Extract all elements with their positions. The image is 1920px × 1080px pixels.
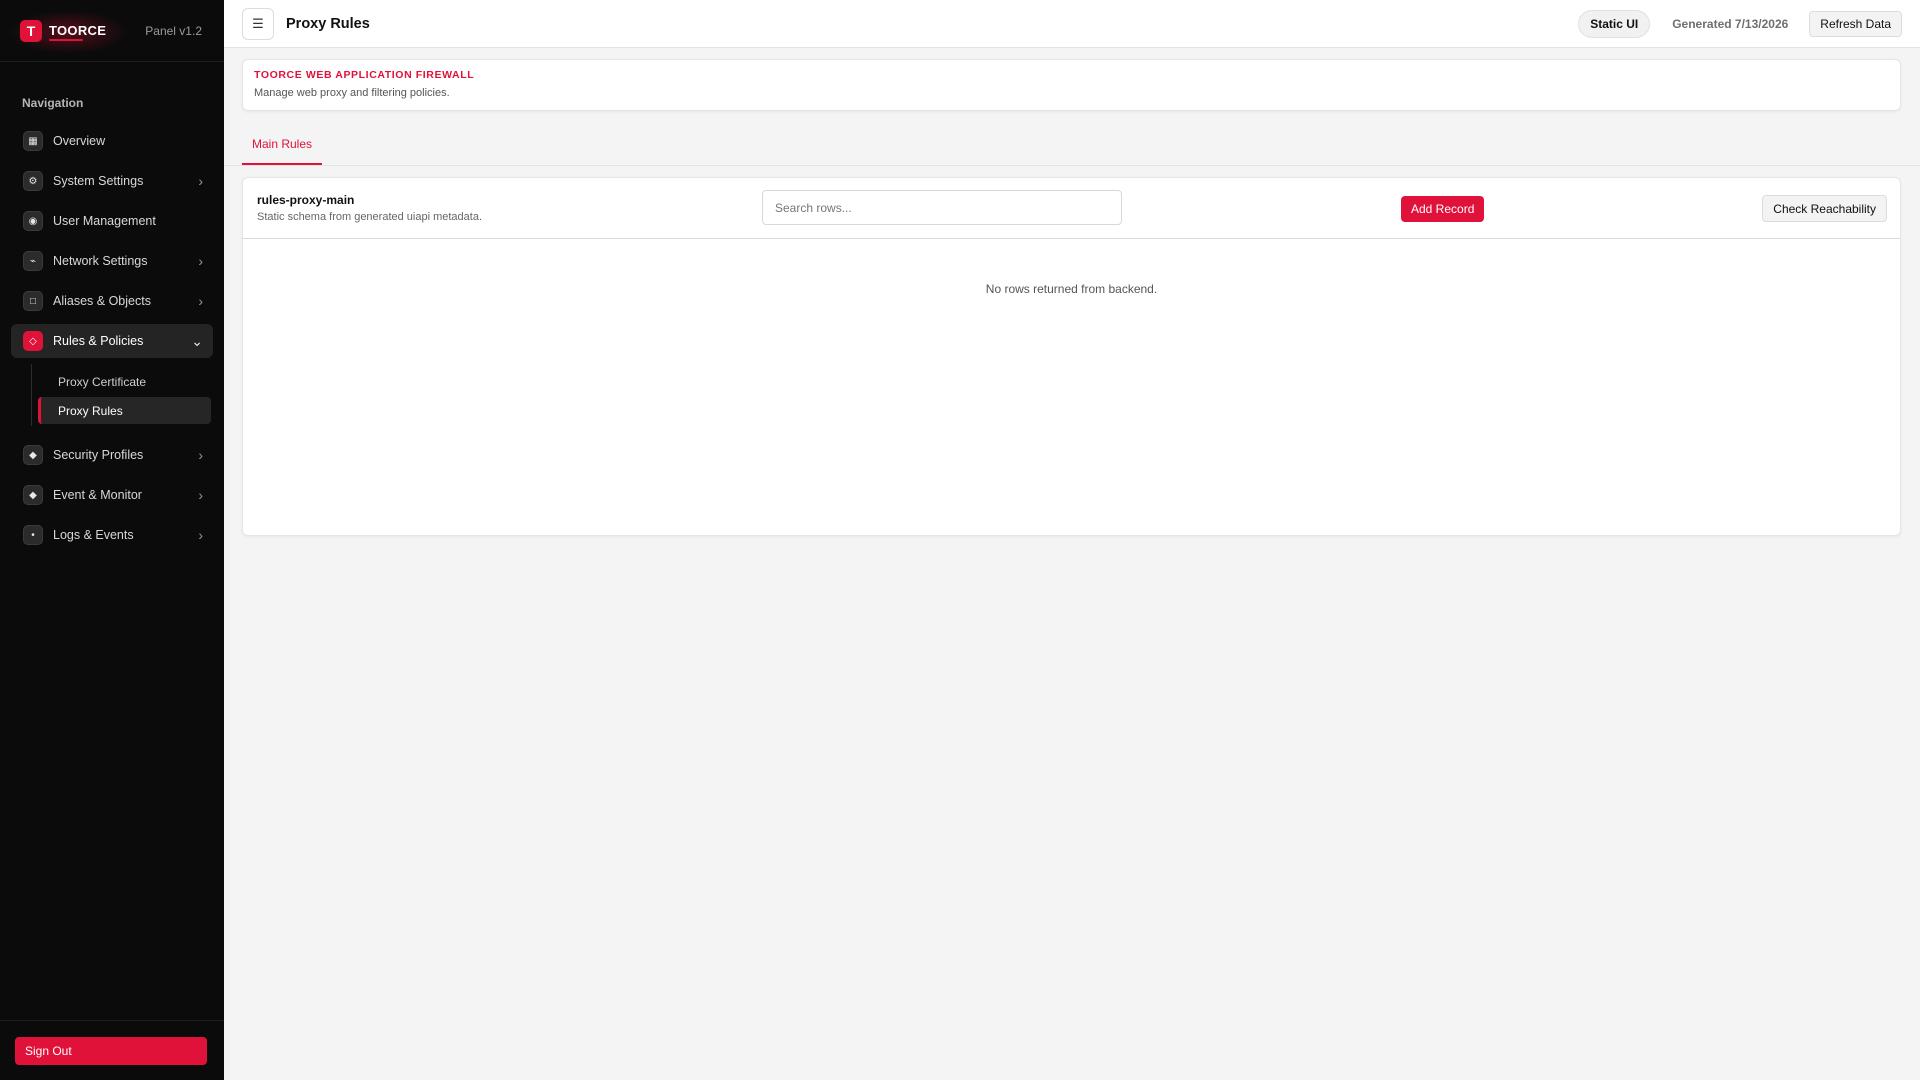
nav-heading: Navigation — [22, 96, 84, 110]
topbar: ☰ Proxy Rules Static UI Generated 7/13/2… — [224, 0, 1920, 48]
sidebar-item-label: Overview — [53, 134, 106, 148]
sidebar-item-system-settings[interactable]: ⚙ System Settings › — [11, 164, 213, 198]
rules-icon: ◇ — [23, 331, 43, 351]
sidebar-item-label: System Settings — [53, 174, 144, 188]
check-reachability-button[interactable]: Check Reachability — [1762, 195, 1887, 222]
page-title: Proxy Rules — [286, 15, 370, 32]
banner-subtitle: Manage web proxy and filtering policies. — [254, 87, 450, 99]
sidebar-item-security-profiles[interactable]: ◆ Security Profiles › — [11, 438, 213, 472]
tab-main-rules[interactable]: Main Rules — [242, 124, 323, 165]
sidebar-item-label: Logs & Events — [53, 528, 134, 542]
empty-state-message: No rows returned from backend. — [985, 282, 1158, 296]
static-ui-badge: Static UI — [1578, 9, 1651, 38]
user-icon: ◉ — [23, 211, 43, 231]
topbar-actions: Static UI Generated 7/13/2026 Refresh Da… — [1578, 9, 1902, 38]
shield-icon: ◆ — [23, 445, 43, 465]
add-record-button[interactable]: Add Record — [1401, 196, 1485, 222]
chevron-right-icon: › — [198, 447, 203, 463]
sidebar-item-label: Event & Monitor — [53, 488, 142, 502]
brand-name[interactable]: TOORCE — [49, 23, 106, 41]
sidebar-item-overview[interactable]: ▦ Overview — [11, 124, 213, 158]
sidebar-subitem-proxy-certificate[interactable]: Proxy Certificate — [38, 368, 211, 395]
chevron-right-icon: › — [198, 487, 203, 503]
menu-toggle-icon[interactable]: ☰ — [242, 7, 274, 40]
sign-out-button[interactable]: Sign Out — [15, 1037, 207, 1065]
chevron-right-icon: › — [198, 173, 203, 189]
rules-table-card: rules-proxy-main Static schema from gene… — [242, 177, 1901, 536]
sidebar: T TOORCE Panel v1.2 Navigation ▦ Overvie… — [0, 0, 224, 1080]
sidebar-nav: ▦ Overview ⚙ System Settings › ◉ User Ma… — [0, 124, 224, 552]
table-toolbar: rules-proxy-main Static schema from gene… — [243, 178, 1900, 239]
banner-title: TOORCE WEB APPLICATION FIREWALL — [254, 69, 475, 81]
chevron-right-icon: › — [198, 293, 203, 309]
sidebar-item-aliases-objects[interactable]: □ Aliases & Objects › — [11, 284, 213, 318]
sidebar-item-label: Rules & Policies — [53, 334, 144, 348]
sidebar-item-label: User Management — [53, 214, 156, 228]
sidebar-item-rules-policies[interactable]: ◇ Rules & Policies ⌄ — [11, 324, 213, 358]
sidebar-item-label: Network Settings — [53, 254, 148, 268]
schema-description: Static schema from generated uiapi metad… — [257, 211, 483, 223]
box-icon: □ — [23, 291, 43, 311]
signout-area: Sign Out — [0, 1020, 224, 1080]
network-icon: ⌁ — [23, 251, 43, 271]
gear-icon: ⚙ — [23, 171, 43, 191]
sidebar-item-label: Aliases & Objects — [53, 294, 151, 308]
product-banner: TOORCE WEB APPLICATION FIREWALL Manage w… — [242, 59, 1901, 111]
sidebar-item-label: Security Profiles — [53, 448, 144, 462]
chevron-down-icon: ⌄ — [191, 332, 203, 349]
generated-date: Generated 7/13/2026 — [1672, 16, 1789, 31]
chevron-right-icon: › — [198, 253, 203, 269]
brand-logo-icon[interactable]: T — [20, 19, 42, 42]
brand-version: Panel v1.2 — [145, 23, 202, 38]
sidebar-item-logs-events[interactable]: • Logs & Events › — [11, 518, 213, 552]
grid-icon: ▦ — [23, 131, 43, 151]
search-input[interactable] — [762, 190, 1122, 225]
brand-header: T TOORCE Panel v1.2 — [0, 0, 224, 62]
sidebar-subitem-proxy-rules[interactable]: Proxy Rules — [38, 397, 211, 424]
log-icon: • — [23, 525, 43, 545]
schema-name: rules-proxy-main — [257, 193, 355, 207]
sidebar-item-user-management[interactable]: ◉ User Management — [11, 204, 213, 238]
refresh-data-button[interactable]: Refresh Data — [1809, 10, 1902, 37]
chevron-right-icon: › — [198, 527, 203, 543]
sidebar-item-event-monitor[interactable]: ◆ Event & Monitor › — [11, 478, 213, 512]
sidebar-item-network-settings[interactable]: ⌁ Network Settings › — [11, 244, 213, 278]
tab-bar: Main Rules — [224, 124, 1920, 166]
monitor-icon: ◆ — [23, 485, 43, 505]
rules-policies-submenu: Proxy Certificate Proxy Rules — [31, 364, 213, 426]
